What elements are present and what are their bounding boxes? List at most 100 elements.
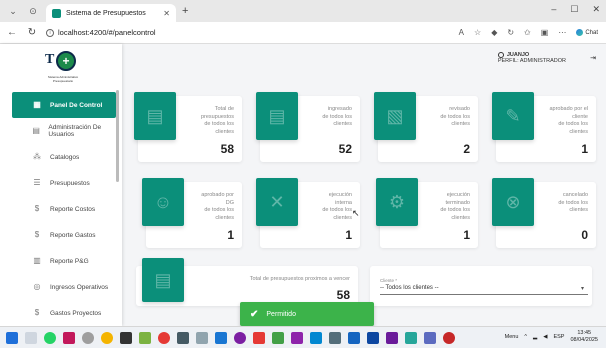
- sidebar-item-ingresos-operativos[interactable]: ◎ Ingresos Operativos: [12, 274, 116, 300]
- search-icon[interactable]: [25, 331, 37, 344]
- label-line: de todos los: [558, 121, 588, 127]
- favorite-icon[interactable]: ☆: [474, 28, 481, 37]
- app-icon[interactable]: [310, 331, 322, 344]
- label-line: cliente: [572, 113, 588, 120]
- sidebar-scrollbar[interactable]: [116, 90, 119, 182]
- sidebar-item-administracion-usuarios[interactable]: ▤ Administración De Usuarios: [12, 118, 116, 144]
- app-icon[interactable]: [177, 331, 189, 344]
- whatsapp-icon[interactable]: [44, 331, 56, 344]
- weather-label[interactable]: Menu: [505, 334, 519, 340]
- chevron-up-icon[interactable]: ^: [524, 334, 527, 340]
- app-icon[interactable]: [424, 331, 436, 344]
- more-options-icon[interactable]: ⋯: [558, 28, 566, 37]
- sidebar-item-label: Catalogos: [50, 153, 80, 161]
- tab-actions-icon[interactable]: ⌄: [6, 4, 20, 18]
- extension-icon[interactable]: ◆: [491, 28, 497, 37]
- app-icon[interactable]: [348, 331, 360, 344]
- read-aloud-icon[interactable]: A: [459, 28, 464, 37]
- sidebar-item-label: Presupuestos: [50, 179, 90, 187]
- volume-icon[interactable]: ◀: [543, 334, 547, 340]
- app-icon[interactable]: [234, 331, 246, 344]
- terminal-icon[interactable]: [120, 331, 132, 344]
- sidebar-menu: ▦ Panel De Control ▤ Administración De U…: [0, 92, 122, 326]
- app-icon[interactable]: [405, 331, 417, 344]
- clock-date: 08/04/2025: [570, 337, 598, 343]
- logout-button[interactable]: ⇥: [588, 54, 598, 64]
- logo-subtitle: Sistema Administrativo Presupuestario: [47, 75, 79, 83]
- stat-card-ejecucion-terminado[interactable]: ⚙ ejecución terminado de todos los clien…: [376, 178, 478, 248]
- app-icon[interactable]: [253, 331, 265, 344]
- app-icon[interactable]: [272, 331, 284, 344]
- app-icon[interactable]: [63, 331, 75, 344]
- new-tab-button[interactable]: +: [182, 5, 188, 17]
- stat-card-label: revisado de todos los clientes: [406, 106, 470, 129]
- refresh-page-icon[interactable]: ↻: [507, 28, 514, 37]
- vscode-icon[interactable]: [215, 331, 227, 344]
- app-icon[interactable]: [196, 331, 208, 344]
- favorites-list-icon[interactable]: ✩: [524, 28, 531, 37]
- user-role: PERFIL: ADMINISTRADOR: [497, 58, 566, 64]
- close-window-icon[interactable]: ✕: [592, 4, 600, 15]
- workspaces-icon[interactable]: ⊙: [26, 4, 40, 18]
- label-line: ejecución: [328, 192, 352, 198]
- logo[interactable]: T + Sistema Administrativo Presupuestari…: [0, 46, 122, 88]
- start-icon[interactable]: [6, 331, 18, 344]
- site-info-icon[interactable]: i: [46, 28, 54, 37]
- minimize-icon[interactable]: –: [551, 4, 556, 15]
- app-icon[interactable]: [443, 331, 455, 344]
- label-line: clientes: [569, 207, 588, 213]
- maximize-icon[interactable]: ☐: [570, 4, 578, 15]
- app-icon[interactable]: [82, 331, 94, 344]
- app-icon[interactable]: [101, 331, 113, 344]
- catalog-icon: ⁂: [33, 152, 41, 161]
- sidebar-item-reporte-costos[interactable]: $ Reporte Costos: [12, 196, 116, 222]
- sidebar-item-gastos-proyectos[interactable]: $ Gastos Proyectos: [12, 300, 116, 326]
- app-icon[interactable]: [158, 331, 170, 344]
- system-tray: Menu ^ ▂ ◀ ESP 13:45 08/04/2025: [505, 330, 598, 344]
- app-icon[interactable]: [291, 331, 303, 344]
- label-line: clientes: [215, 128, 234, 135]
- app-icon[interactable]: [329, 331, 341, 344]
- language-label[interactable]: ESP: [553, 334, 564, 340]
- collections-icon[interactable]: ▣: [541, 28, 549, 37]
- stat-card-aprobado-cliente[interactable]: ✎ aprobado por el cliente de todos los c…: [492, 92, 596, 162]
- client-filter: Cliente * -- Todos los clientes -- ▾: [370, 266, 592, 306]
- stat-card-ingresado[interactable]: ▤ ingresado de todos los clientes 52: [256, 92, 360, 162]
- users-icon: ▤: [32, 126, 40, 135]
- browser-tab[interactable]: Sistema de Presupuestos ✕: [46, 4, 176, 22]
- label-line: presupuestos: [200, 113, 234, 120]
- stat-card-total[interactable]: ▤ Total de presupuestos de todos los cli…: [134, 92, 242, 162]
- stat-card-cancelado[interactable]: ⊗ cancelado de todos los clientes 0: [492, 178, 596, 248]
- url-field[interactable]: i localhost:4200/#/panelcontrol: [46, 28, 459, 37]
- sidebar-item-catalogos[interactable]: ⁂ Catalogos: [12, 144, 116, 170]
- sidebar-item-presupuestos[interactable]: ☰ Presupuestos: [12, 170, 116, 196]
- app-icon[interactable]: [386, 331, 398, 344]
- reload-icon[interactable]: ↻: [24, 27, 40, 38]
- success-toast[interactable]: ✔ Permitido: [240, 302, 374, 326]
- app-icon[interactable]: [367, 331, 379, 344]
- stat-card-label: aprobado por el cliente de todos los cli…: [524, 106, 588, 136]
- stat-card-label: ingresado de todos los clientes: [288, 106, 352, 129]
- stat-card-proximos-vencer[interactable]: ▤ Total de presupuestos proximos a vence…: [136, 258, 358, 306]
- sidebar-item-panel-de-control[interactable]: ▦ Panel De Control: [12, 92, 116, 118]
- clock[interactable]: 13:45 08/04/2025: [570, 330, 598, 344]
- dollar-icon: $: [34, 230, 40, 239]
- sidebar-item-reporte-gastos[interactable]: $ Reporte Gastos: [12, 222, 116, 248]
- sidebar-item-reporte-pyg[interactable]: ▥ Reporte P&G: [12, 248, 116, 274]
- back-icon[interactable]: ←: [4, 27, 20, 38]
- label-line: de todos los: [440, 207, 470, 213]
- sidebar-item-label: Reporte P&G: [50, 257, 89, 265]
- app-icon[interactable]: [139, 331, 151, 344]
- stat-card-value: 1: [227, 228, 234, 242]
- label-line: revisado: [449, 106, 470, 112]
- stat-card-revisado[interactable]: ▧ revisado de todos los clientes 2: [374, 92, 478, 162]
- network-icon[interactable]: ▂: [533, 334, 537, 340]
- stat-card-ejecucion-interna[interactable]: ✕ ejecución interna de todos los cliente…: [256, 178, 360, 248]
- copilot-button[interactable]: Chat: [576, 29, 598, 36]
- client-select[interactable]: -- Todos los clientes -- ▾: [380, 285, 588, 295]
- close-tab-icon[interactable]: ✕: [163, 9, 170, 18]
- stat-card-label: cancelado de todos los clientes: [524, 192, 588, 215]
- logout-icon: ⇥: [590, 55, 596, 62]
- chevron-down-icon: ▾: [580, 286, 584, 292]
- stat-card-aprobado-dg[interactable]: ☺ aprobado por DG de todos los clientes …: [142, 178, 242, 248]
